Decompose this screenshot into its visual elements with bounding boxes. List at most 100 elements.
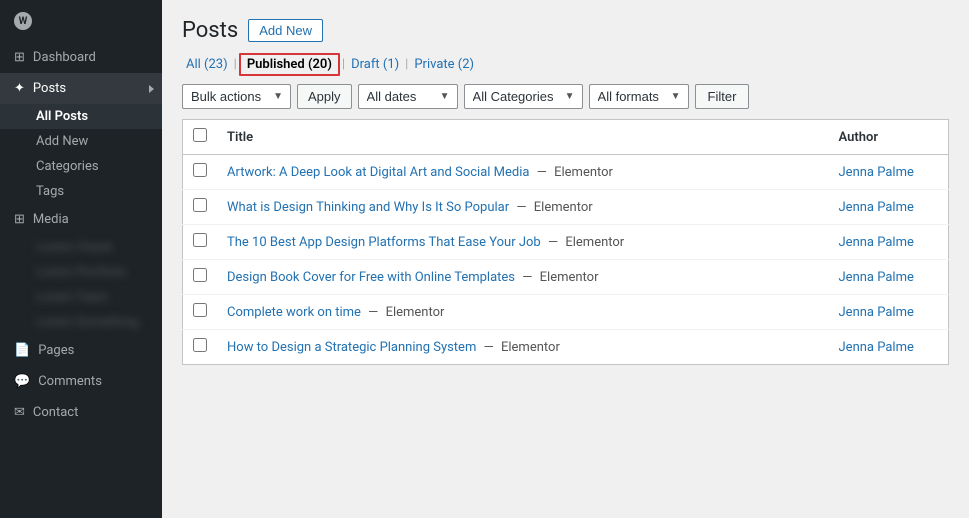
sidebar-subitem-all-posts[interactable]: All Posts [0,104,162,129]
all-formats-select[interactable]: All formats [589,84,689,109]
tab-published[interactable]: Published (20) [239,53,340,76]
categories-label: Categories [36,159,99,174]
bulk-actions-select[interactable]: Bulk actions [182,84,291,109]
sidebar-subitem-categories[interactable]: Categories [0,154,162,179]
post-via: Elementor [554,165,613,180]
row-author-cell: Jenna Palme [829,225,949,260]
post-title-link[interactable]: Design Book Cover for Free with Online T… [227,270,515,285]
table-row: Artwork: A Deep Look at Digital Art and … [183,155,949,190]
post-via: Elementor [540,270,599,285]
sidebar-subitem-tags[interactable]: Tags [0,179,162,204]
row-checkbox[interactable] [193,198,207,212]
blurred2-label: Lorem Portfolio [36,265,126,280]
page-title-row: Posts Add New [182,18,949,43]
table-row: The 10 Best App Design Platforms That Ea… [183,225,949,260]
sidebar-subitem-blurred4[interactable]: Lorem Something [0,310,162,335]
row-checkbox-cell [183,330,218,365]
post-sep: — [548,235,558,250]
contact-icon: ✉ [14,405,25,420]
comments-icon: 💬 [14,374,30,389]
post-title-link[interactable]: Complete work on time [227,305,361,320]
row-checkbox[interactable] [193,268,207,282]
media-icon: ⊞ [14,212,25,227]
post-title-link[interactable]: Artwork: A Deep Look at Digital Art and … [227,165,529,180]
filter-tabs: All (23) | Published (20) | Draft (1) | … [182,53,949,76]
sidebar-item-contact[interactable]: ✉ Contact [0,397,162,428]
tab-sep-2: | [342,57,345,72]
row-title-cell: What is Design Thinking and Why Is It So… [217,190,829,225]
sidebar-subitem-blurred3[interactable]: Lorem Team [0,285,162,310]
posts-table: Title Author Artwork: A Deep Look at Dig… [182,119,949,365]
row-checkbox[interactable] [193,163,207,177]
row-author-cell: Jenna Palme [829,295,949,330]
select-all-checkbox[interactable] [193,128,207,142]
row-checkbox-cell [183,260,218,295]
author-link[interactable]: Jenna Palme [839,165,914,180]
sidebar-item-posts[interactable]: ✦ Posts [0,73,162,104]
post-title-link[interactable]: The 10 Best App Design Platforms That Ea… [227,235,541,250]
post-via: Elementor [501,340,560,355]
tags-label: Tags [36,184,64,199]
post-via: Elementor [534,200,593,215]
pages-icon: 📄 [14,343,30,358]
post-sep: — [368,305,378,320]
row-title-cell: Complete work on time — Elementor [217,295,829,330]
select-all-col [183,120,218,155]
apply-button[interactable]: Apply [297,84,352,109]
table-row: What is Design Thinking and Why Is It So… [183,190,949,225]
post-sep: — [516,200,526,215]
blurred1-label: Lorem Check [36,240,112,255]
author-link[interactable]: Jenna Palme [839,340,914,355]
all-categories-select[interactable]: All Categories [464,84,583,109]
author-link[interactable]: Jenna Palme [839,200,914,215]
row-checkbox[interactable] [193,233,207,247]
author-link[interactable]: Jenna Palme [839,305,914,320]
all-dates-select[interactable]: All dates [358,84,458,109]
sidebar: W ⊞ Dashboard ✦ Posts All Posts Add New … [0,0,162,518]
table-row: Design Book Cover for Free with Online T… [183,260,949,295]
post-via: Elementor [565,235,624,250]
post-title-link[interactable]: What is Design Thinking and Why Is It So… [227,200,509,215]
sidebar-subitem-add-new[interactable]: Add New [0,129,162,154]
post-sep: — [537,165,547,180]
sidebar-item-comments[interactable]: 💬 Comments [0,366,162,397]
toolbar: Bulk actions ▼ Apply All dates ▼ All Cat… [182,84,949,109]
sidebar-item-dashboard[interactable]: ⊞ Dashboard [0,42,162,73]
tab-private[interactable]: Private (2) [410,55,478,74]
tab-sep-1: | [234,57,237,72]
all-posts-label: All Posts [36,109,88,124]
sidebar-item-media[interactable]: ⊞ Media [0,204,162,235]
row-checkbox[interactable] [193,303,207,317]
add-new-label: Add New [36,134,88,149]
all-dates-wrapper: All dates ▼ [358,84,458,109]
row-checkbox[interactable] [193,338,207,352]
row-title-cell: Design Book Cover for Free with Online T… [217,260,829,295]
row-title-cell: How to Design a Strategic Planning Syste… [217,330,829,365]
author-link[interactable]: Jenna Palme [839,270,914,285]
main-content: Posts Add New All (23) | Published (20) … [162,0,969,518]
tab-all[interactable]: All (23) [182,55,232,74]
post-via: Elementor [386,305,445,320]
wp-logo-icon: W [14,12,32,30]
sidebar-subitem-blurred2[interactable]: Lorem Portfolio [0,260,162,285]
author-col-header[interactable]: Author [829,120,949,155]
post-sep: — [522,270,532,285]
filter-button[interactable]: Filter [695,84,750,109]
tab-draft[interactable]: Draft (1) [347,55,403,74]
sidebar-item-pages[interactable]: 📄 Pages [0,335,162,366]
tab-sep-3: | [405,57,408,72]
table-row: Complete work on time — Elementor Jenna … [183,295,949,330]
sidebar-item-label: Media [33,212,69,227]
row-title-cell: The 10 Best App Design Platforms That Ea… [217,225,829,260]
post-title-link[interactable]: How to Design a Strategic Planning Syste… [227,340,476,355]
add-new-button[interactable]: Add New [248,19,323,42]
sidebar-subitem-blurred1[interactable]: Lorem Check [0,235,162,260]
title-col-header[interactable]: Title [217,120,829,155]
sidebar-item-label: Comments [38,374,102,389]
chevron-right-icon [149,85,154,93]
post-sep: — [484,340,494,355]
row-checkbox-cell [183,225,218,260]
author-link[interactable]: Jenna Palme [839,235,914,250]
sidebar-item-label: Pages [38,343,74,358]
sidebar-logo[interactable]: W [0,0,162,42]
